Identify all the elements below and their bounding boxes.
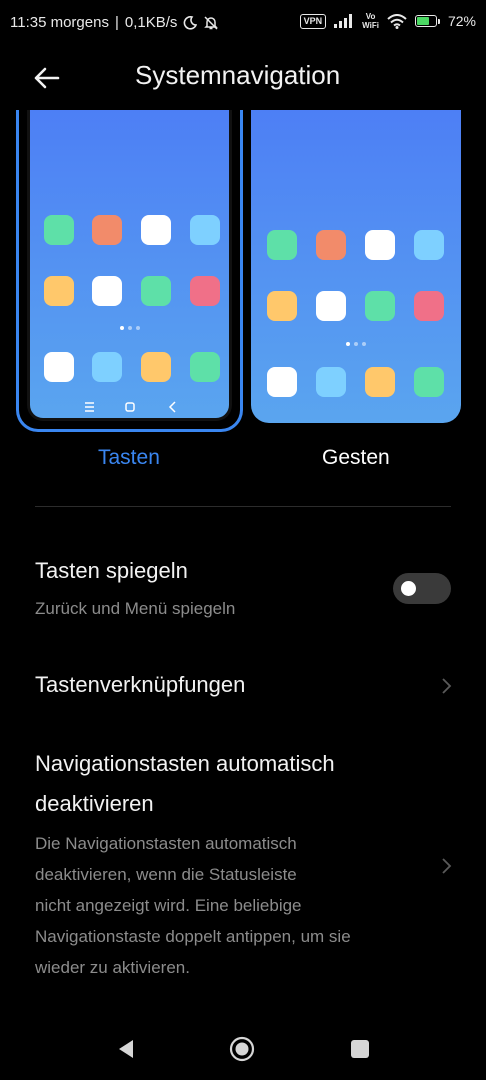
signal-icon — [334, 14, 353, 28]
app-icon — [190, 276, 220, 306]
app-icon — [414, 291, 444, 321]
status-right: VPN Vo WiFi 72% — [299, 12, 476, 30]
page-dots — [120, 326, 140, 330]
auto-hide-title-line1: Navigationstasten automatisch — [35, 751, 335, 776]
nav-back-icon[interactable] — [116, 1038, 136, 1060]
divider — [35, 506, 451, 507]
nav-recents-icon[interactable] — [350, 1039, 370, 1059]
app-icon — [44, 215, 74, 245]
mirror-subtitle: Zurück und Menü spiegeln — [35, 599, 236, 618]
app-icon — [267, 230, 297, 260]
wifi-icon — [387, 13, 407, 29]
app-icon — [414, 230, 444, 260]
app-icon — [92, 276, 122, 306]
app-icon — [365, 230, 395, 260]
auto-hide-description: Die Navigationstasten automatisch deakti… — [35, 834, 351, 977]
app-icon — [365, 367, 395, 397]
battery-charging-icon — [414, 15, 440, 27]
status-bar: 11:35 morgens | 0,1KB/s VPN Vo WiFi 72% — [0, 0, 486, 48]
option-gesten-preview[interactable] — [251, 110, 461, 423]
app-icon — [365, 291, 395, 321]
mirror-toggle[interactable] — [393, 573, 451, 604]
app-icon — [44, 276, 74, 306]
nav-home-icon[interactable] — [229, 1036, 255, 1062]
battery-percent: 72 — [447, 13, 464, 29]
app-icon — [316, 230, 346, 260]
shortcuts-title: Tastenverknüpfungen — [35, 672, 246, 697]
back-chevron-icon — [168, 401, 176, 413]
tasten-screen — [27, 110, 232, 421]
chevron-right-icon — [442, 678, 452, 694]
arrow-left-icon — [34, 67, 60, 89]
app-icon — [316, 291, 346, 321]
app-icon — [141, 276, 171, 306]
app-icon — [141, 215, 171, 245]
back-button[interactable] — [30, 62, 64, 94]
app-icon — [316, 367, 346, 397]
status-left: 11:35 morgens | 0,1KB/s — [10, 14, 219, 31]
app-icon — [44, 352, 74, 382]
auto-hide-title-line2: deaktivieren — [35, 791, 154, 816]
option-tasten-preview[interactable] — [16, 110, 243, 432]
moon-icon — [184, 15, 198, 30]
menu-icon — [85, 402, 94, 412]
status-speed: 0,1KB/s — [124, 14, 178, 31]
app-icon — [141, 352, 171, 382]
vpn-badge: VPN — [299, 13, 327, 29]
app-icon — [92, 352, 122, 382]
toggle-knob — [401, 581, 416, 596]
header: Systemnavigation — [0, 48, 486, 108]
mini-nav-buttons — [85, 401, 176, 413]
chevron-right-icon — [442, 858, 452, 874]
mirror-title: Tasten spiegeln — [35, 558, 188, 583]
app-icon — [267, 291, 297, 321]
option-gesten-label[interactable]: Gesten — [322, 446, 390, 470]
option-tasten-label[interactable]: Tasten — [98, 446, 160, 470]
app-icon — [267, 367, 297, 397]
vowifi-indicator: Vo WiFi — [362, 12, 379, 30]
page-dots — [346, 342, 366, 346]
home-square-icon — [125, 402, 135, 412]
app-icon — [190, 352, 220, 382]
app-icon — [190, 215, 220, 245]
status-time: 11:35 morgens — [10, 14, 109, 31]
app-icon — [92, 215, 122, 245]
page-title: Systemnavigation — [135, 60, 341, 90]
system-nav-bar — [0, 1018, 486, 1080]
app-icon — [414, 367, 444, 397]
bell-off-icon — [204, 15, 219, 30]
